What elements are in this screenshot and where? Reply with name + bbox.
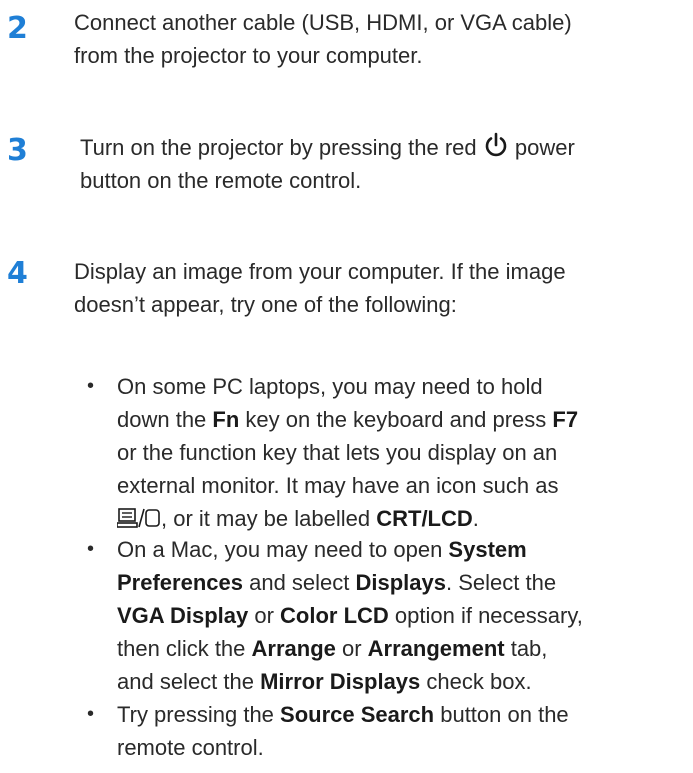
text-run: or [248, 603, 281, 628]
bold-term: Color LCD [280, 603, 389, 628]
text-run: external monitor. It may have an icon su… [117, 473, 559, 498]
text-run: button on the [434, 702, 569, 727]
bold-term: Source Search [280, 702, 435, 727]
text-run: then click the [117, 636, 252, 661]
bullet-text-line: Try pressing the Source Search button on… [117, 698, 677, 731]
bullet-text-line: Preferences and select Displays. Select … [117, 566, 677, 599]
text-run: , or it may be labelled [161, 506, 377, 531]
text-run: . [472, 506, 479, 531]
bold-term: VGA Display [117, 603, 249, 628]
step-text-line: Turn on the projector by pressing the re… [80, 131, 575, 167]
text-run: option if necessary, [388, 603, 583, 628]
text-run: check box. [420, 669, 532, 694]
step-text: power [514, 135, 575, 160]
bullet-text-line: remote control. [117, 731, 677, 764]
text-run: and select [242, 570, 356, 595]
text-run: On a Mac, you may need to open [117, 537, 449, 562]
bullet-text-line: On a Mac, you may need to open System [117, 533, 677, 566]
step-text-line: Connect another cable (USB, HDMI, or VGA… [74, 10, 572, 35]
bold-term: Arrange [251, 636, 336, 661]
bold-term: F7 [552, 407, 579, 432]
step-number: 2 [7, 11, 28, 46]
bullet-text-line: On some PC laptops, you may need to hold [117, 370, 677, 403]
bullet-dot: • [87, 538, 95, 560]
bold-term: Arrangement [367, 636, 505, 661]
text-run: remote control. [117, 735, 264, 760]
text-run: key on the keyboard and press [239, 407, 553, 432]
text-run: down the [117, 407, 213, 432]
bold-term: Displays [355, 570, 447, 595]
step-number: 4 [7, 256, 28, 291]
text-run: On some PC laptops, you may need to hold [117, 374, 543, 399]
bullet-text-line: and select the Mirror Displays check box… [117, 665, 677, 698]
text-run: Try pressing the [117, 702, 281, 727]
bullet-text-line: down the Fn key on the keyboard and pres… [117, 403, 677, 436]
bullet-dot: • [87, 375, 95, 397]
power-icon [483, 132, 509, 167]
text-run: or [335, 636, 368, 661]
step-text-line: Display an image from your computer. If … [74, 259, 566, 284]
bullet-dot: • [87, 703, 95, 725]
bullet-text-line: or the function key that lets you displa… [117, 436, 677, 469]
bold-term: System [448, 537, 527, 562]
step-text-line: doesn’t appear, try one of the following… [74, 292, 457, 317]
text-run: and select the [117, 669, 261, 694]
text-run: or the function key that lets you displa… [117, 440, 558, 465]
step-text-line: button on the remote control. [80, 168, 362, 193]
bold-term: Mirror Displays [260, 669, 421, 694]
bold-term: Preferences [117, 570, 243, 595]
bold-term: CRT/LCD [376, 506, 473, 531]
bullet-text-line: external monitor. It may have an icon su… [117, 469, 677, 502]
bullet-text-line: VGA Display or Color LCD option if neces… [117, 599, 677, 632]
text-run: tab, [504, 636, 548, 661]
bullet-text-line: then click the Arrange or Arrangement ta… [117, 632, 677, 665]
step-text-line: from the projector to your computer. [74, 43, 423, 68]
step-number: 3 [7, 133, 28, 168]
text-run: . Select the [446, 570, 557, 595]
bold-term: Fn [212, 407, 240, 432]
step-text: Turn on the projector by pressing the re… [80, 135, 477, 160]
